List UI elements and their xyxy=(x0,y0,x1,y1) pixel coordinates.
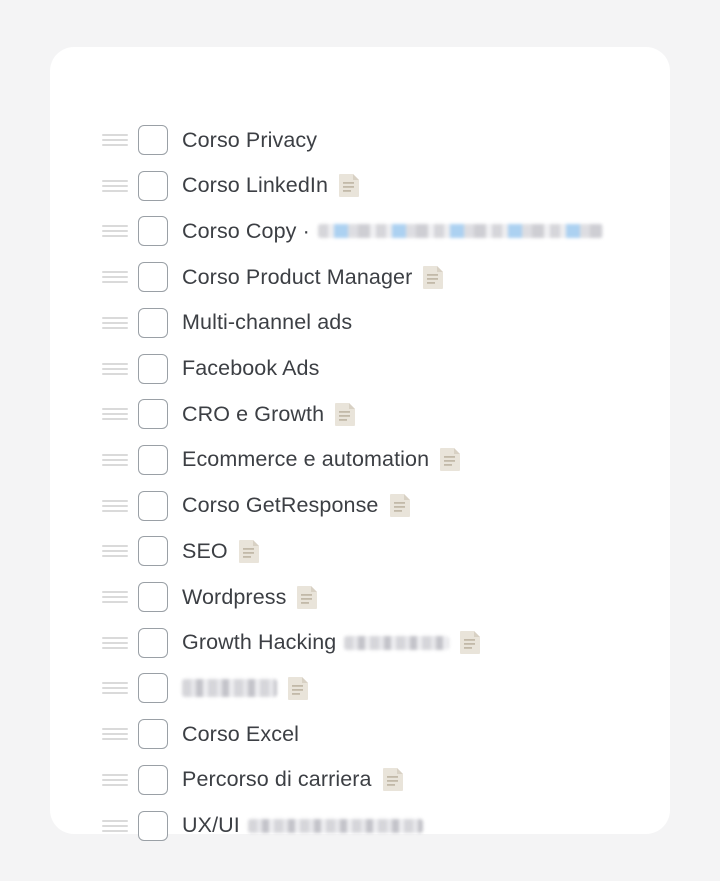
task-label-wrap: Corso GetResponse xyxy=(182,493,411,518)
drag-handle-icon[interactable] xyxy=(102,362,128,375)
drag-handle-icon[interactable] xyxy=(102,591,128,603)
task-checkbox[interactable] xyxy=(138,764,168,795)
drag-handle-icon[interactable] xyxy=(102,134,128,146)
task-checkbox[interactable] xyxy=(138,719,168,750)
task-label[interactable]: Corso Copy · xyxy=(182,219,310,244)
note-page-icon[interactable] xyxy=(459,630,481,655)
task-row[interactable]: Corso LinkedIn xyxy=(50,169,670,203)
task-label[interactable]: Multi-channel ads xyxy=(182,310,352,335)
note-page-icon[interactable] xyxy=(422,265,444,290)
task-label[interactable]: Corso Privacy xyxy=(182,128,317,153)
note-page-icon[interactable] xyxy=(338,173,360,198)
task-checkbox[interactable] xyxy=(138,490,168,521)
task-row[interactable] xyxy=(50,671,670,705)
task-row[interactable]: Corso Excel xyxy=(50,717,670,751)
task-checkbox[interactable] xyxy=(138,582,168,612)
task-label[interactable]: CRO e Growth xyxy=(182,402,324,427)
drag-handle-icon[interactable] xyxy=(102,271,128,284)
task-label-wrap: Corso Product Manager xyxy=(182,265,444,290)
task-label-wrap: Growth Hacking xyxy=(182,630,481,655)
task-label[interactable]: Growth Hacking xyxy=(182,630,336,655)
task-checkbox[interactable] xyxy=(138,216,168,247)
task-row[interactable]: UX/UI xyxy=(50,809,670,843)
drag-handle-icon[interactable] xyxy=(102,819,128,832)
task-label-wrap: UX/UI xyxy=(182,813,423,838)
task-row[interactable]: Corso Product Manager xyxy=(50,260,670,294)
drag-handle-icon[interactable] xyxy=(102,682,128,695)
drag-handle-icon[interactable] xyxy=(102,499,128,512)
task-row[interactable]: Facebook Ads xyxy=(50,352,670,386)
drag-handle-icon[interactable] xyxy=(102,773,128,786)
drag-handle-icon[interactable] xyxy=(102,316,128,329)
task-label-wrap: Corso Copy · xyxy=(182,219,603,244)
task-label-wrap: Corso Excel xyxy=(182,722,299,747)
note-page-icon[interactable] xyxy=(296,585,318,610)
task-checkbox[interactable] xyxy=(138,673,168,704)
redacted-text xyxy=(317,224,603,239)
task-row[interactable]: Percorso di carriera xyxy=(50,763,670,797)
task-checkbox[interactable] xyxy=(138,353,168,384)
drag-handle-icon[interactable] xyxy=(102,728,128,741)
task-checkbox[interactable] xyxy=(138,399,168,430)
task-label[interactable]: SEO xyxy=(182,539,228,564)
task-checkbox[interactable] xyxy=(138,170,168,201)
drag-handle-icon[interactable] xyxy=(102,179,128,192)
drag-handle-icon[interactable] xyxy=(102,453,128,466)
note-page-icon[interactable] xyxy=(238,539,260,564)
drag-handle-icon[interactable] xyxy=(102,408,128,421)
drag-handle-icon[interactable] xyxy=(102,545,128,558)
task-row[interactable]: SEO xyxy=(50,534,670,568)
task-checkbox[interactable] xyxy=(138,810,168,841)
redacted-text xyxy=(344,635,450,650)
task-label-wrap: Wordpress xyxy=(182,585,318,610)
note-page-icon[interactable] xyxy=(439,447,461,472)
task-label-wrap: SEO xyxy=(182,539,260,564)
task-label[interactable]: Ecommerce e automation xyxy=(182,447,429,472)
task-row[interactable]: Ecommerce e automation xyxy=(50,443,670,477)
task-row[interactable]: CRO e Growth xyxy=(50,397,670,431)
task-label[interactable]: Corso LinkedIn xyxy=(182,173,328,198)
task-row[interactable]: Growth Hacking xyxy=(50,626,670,660)
note-page-icon[interactable] xyxy=(389,493,411,518)
task-label-wrap: Multi-channel ads xyxy=(182,310,352,335)
note-page-icon[interactable] xyxy=(382,767,404,792)
task-label-wrap xyxy=(182,676,309,701)
note-page-icon[interactable] xyxy=(334,402,356,427)
drag-handle-icon[interactable] xyxy=(102,636,128,649)
task-row[interactable]: Corso Copy · xyxy=(50,214,670,248)
task-checkbox[interactable] xyxy=(138,125,168,155)
task-checkbox[interactable] xyxy=(138,627,168,658)
task-row[interactable]: Corso Privacy xyxy=(50,123,670,157)
task-list-card: Corso Privacy Corso LinkedIn Corso Copy · C… xyxy=(50,47,670,841)
task-label[interactable]: Corso Product Manager xyxy=(182,265,412,290)
task-checkbox[interactable] xyxy=(138,444,168,475)
task-label-wrap: Ecommerce e automation xyxy=(182,447,461,472)
task-label[interactable]: Wordpress xyxy=(182,585,286,610)
task-checkbox[interactable] xyxy=(138,307,168,338)
task-label-wrap: Percorso di carriera xyxy=(182,767,404,792)
task-checkbox[interactable] xyxy=(138,262,168,293)
task-label-wrap: CRO e Growth xyxy=(182,402,356,427)
task-label-wrap: Corso Privacy xyxy=(182,128,317,153)
task-label-wrap: Corso LinkedIn xyxy=(182,173,360,198)
task-checkbox[interactable] xyxy=(138,536,168,567)
redacted-text xyxy=(247,818,423,833)
task-label[interactable]: Corso Excel xyxy=(182,722,299,747)
task-label[interactable]: Corso GetResponse xyxy=(182,493,379,518)
task-label[interactable]: UX/UI xyxy=(182,813,240,838)
task-row[interactable]: Wordpress xyxy=(50,580,670,614)
task-label[interactable]: Percorso di carriera xyxy=(182,767,372,792)
task-row[interactable]: Corso GetResponse xyxy=(50,489,670,523)
task-row[interactable]: Multi-channel ads xyxy=(50,306,670,340)
note-page-icon[interactable] xyxy=(287,676,309,701)
redacted-text xyxy=(182,679,277,698)
drag-handle-icon[interactable] xyxy=(102,225,128,238)
task-label[interactable]: Facebook Ads xyxy=(182,356,319,381)
task-label-wrap: Facebook Ads xyxy=(182,356,319,381)
